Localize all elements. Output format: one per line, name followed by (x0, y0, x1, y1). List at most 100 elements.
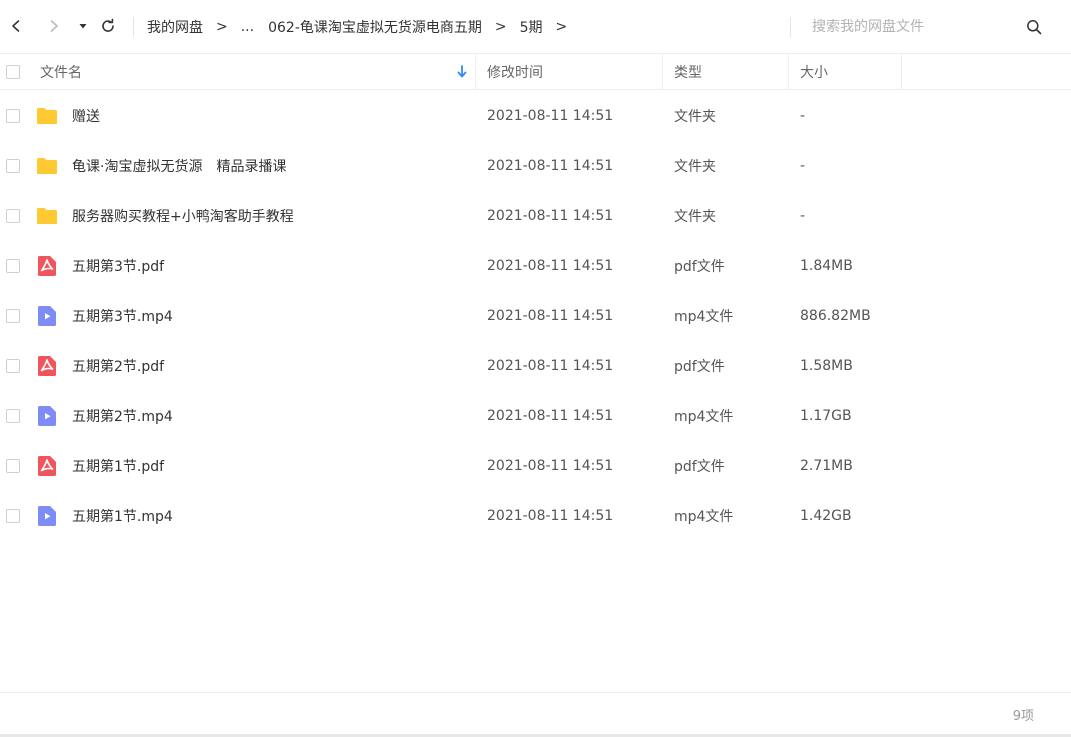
breadcrumb-item-ellipsis[interactable]: ... (241, 19, 254, 35)
file-list-header: 文件名 修改时间 类型 大小 (0, 54, 1071, 90)
header-name-label: 文件名 (40, 65, 82, 81)
file-name[interactable]: 五期第2节.mp4 (72, 391, 173, 441)
file-row[interactable]: 五期第1节.mp4 2021-08-11 14:51 mp4文件 1.42GB (0, 491, 1071, 541)
search-input[interactable] (812, 15, 1012, 39)
pdf-file-icon (38, 456, 56, 476)
header-size-column[interactable]: 大小 (789, 54, 902, 90)
file-row[interactable]: 龟课·淘宝虚拟无货源 精品录播课 2021-08-11 14:51 文件夹 - (0, 141, 1071, 191)
file-modified-time: 2021-08-11 14:51 (487, 308, 614, 324)
row-checkbox[interactable] (6, 459, 20, 473)
select-all-checkbox-cell (6, 54, 20, 90)
file-row[interactable]: 服务器购买教程+小鸭淘客助手教程 2021-08-11 14:51 文件夹 - (0, 191, 1071, 241)
file-type: pdf文件 (674, 459, 725, 475)
chevron-left-icon (12, 20, 20, 32)
search-button[interactable] (1024, 17, 1044, 37)
file-size: - (800, 208, 806, 224)
file-icon-cell (36, 241, 58, 291)
file-type: pdf文件 (674, 259, 725, 275)
row-checkbox[interactable] (6, 109, 20, 123)
file-row[interactable]: 五期第3节.pdf 2021-08-11 14:51 pdf文件 1.84MB (0, 241, 1071, 291)
row-checkbox-cell (6, 141, 20, 191)
file-size: 1.58MB (800, 358, 853, 374)
file-icon-cell (36, 141, 58, 191)
select-all-checkbox[interactable] (6, 65, 20, 79)
file-icon-cell (36, 391, 58, 441)
breadcrumb-separator: > (494, 19, 507, 35)
breadcrumb-separator: > (216, 19, 228, 35)
row-checkbox[interactable] (6, 209, 20, 223)
item-count: 9项 (1012, 709, 1034, 724)
file-row[interactable]: 五期第1节.pdf 2021-08-11 14:51 pdf文件 2.71MB (0, 441, 1071, 491)
header-name-column[interactable]: 文件名 (40, 54, 476, 90)
row-checkbox[interactable] (6, 509, 20, 523)
row-checkbox-cell (6, 191, 20, 241)
row-checkbox-cell (6, 291, 20, 341)
file-type: 文件夹 (674, 159, 716, 175)
row-checkbox[interactable] (6, 309, 20, 323)
sort-down-arrow-icon[interactable] (456, 65, 468, 79)
file-size: 1.84MB (800, 258, 853, 274)
header-type-column[interactable]: 类型 (663, 54, 789, 90)
file-modified-time: 2021-08-11 14:51 (487, 508, 614, 524)
file-name[interactable]: 五期第3节.pdf (72, 241, 164, 291)
forward-button[interactable] (43, 15, 65, 37)
row-checkbox[interactable] (6, 259, 20, 273)
row-checkbox[interactable] (6, 159, 20, 173)
file-icon-cell (36, 291, 58, 341)
header-size-label: 大小 (800, 65, 828, 81)
file-modified-time: 2021-08-11 14:51 (487, 358, 614, 374)
refresh-icon (102, 18, 114, 32)
folder-icon (37, 158, 57, 174)
file-icon-cell (36, 491, 58, 541)
file-size: 886.82MB (800, 308, 871, 324)
file-row[interactable]: 五期第2节.pdf 2021-08-11 14:51 pdf文件 1.58MB (0, 341, 1071, 391)
folder-icon (37, 208, 57, 224)
row-checkbox[interactable] (6, 409, 20, 423)
file-name[interactable]: 服务器购买教程+小鸭淘客助手教程 (72, 191, 294, 241)
file-icon-cell (36, 191, 58, 241)
video-file-icon (38, 406, 56, 426)
pdf-file-icon (38, 356, 56, 376)
file-size: 1.42GB (800, 508, 852, 524)
file-row[interactable]: 五期第2节.mp4 2021-08-11 14:51 mp4文件 1.17GB (0, 391, 1071, 441)
toolbar: 我的网盘 > ... 062-龟课淘宝虚拟无货源电商五期 > 5期 > (0, 0, 1071, 54)
file-icon-cell (36, 341, 58, 391)
breadcrumb-item-root[interactable]: 我的网盘 (147, 17, 203, 37)
breadcrumb-item-current[interactable]: 5期 (520, 17, 543, 37)
file-type: mp4文件 (674, 509, 734, 525)
file-name[interactable]: 五期第1节.mp4 (72, 491, 173, 541)
file-name[interactable]: 龟课·淘宝虚拟无货源 精品录播课 (72, 141, 286, 191)
file-modified-time: 2021-08-11 14:51 (487, 258, 614, 274)
video-file-icon (38, 506, 56, 526)
file-browser-window: 我的网盘 > ... 062-龟课淘宝虚拟无货源电商五期 > 5期 > 文件名 (0, 0, 1071, 737)
header-type-label: 类型 (674, 65, 702, 81)
breadcrumb-separator: > (555, 19, 568, 35)
file-size: 1.17GB (800, 408, 852, 424)
file-type: 文件夹 (674, 109, 716, 125)
header-modified-column[interactable]: 修改时间 (476, 54, 663, 90)
breadcrumb: 我的网盘 > ... 062-龟课淘宝虚拟无货源电商五期 > 5期 > (147, 17, 580, 37)
file-row[interactable]: 五期第3节.mp4 2021-08-11 14:51 mp4文件 886.82MB (0, 291, 1071, 341)
row-checkbox-cell (6, 391, 20, 441)
chevron-right-icon (50, 20, 58, 32)
file-type: mp4文件 (674, 409, 734, 425)
file-name[interactable]: 赠送 (72, 91, 100, 141)
caret-down-icon (79, 24, 87, 29)
file-name[interactable]: 五期第1节.pdf (72, 441, 164, 491)
file-name[interactable]: 五期第3节.mp4 (72, 291, 173, 341)
file-row[interactable]: 赠送 2021-08-11 14:51 文件夹 - (0, 91, 1071, 141)
file-icon-cell (36, 91, 58, 141)
row-checkbox[interactable] (6, 359, 20, 373)
back-button[interactable] (5, 15, 27, 37)
file-name[interactable]: 五期第2节.pdf (72, 341, 164, 391)
row-checkbox-cell (6, 91, 20, 141)
refresh-button[interactable] (97, 15, 119, 37)
video-file-icon (38, 306, 56, 326)
folder-icon (37, 108, 57, 124)
row-checkbox-cell (6, 241, 20, 291)
history-dropdown-button[interactable] (72, 15, 94, 37)
status-bar: 9项 (0, 692, 1071, 737)
file-type: pdf文件 (674, 359, 725, 375)
file-modified-time: 2021-08-11 14:51 (487, 408, 614, 424)
breadcrumb-item-course[interactable]: 062-龟课淘宝虚拟无货源电商五期 (268, 17, 482, 37)
